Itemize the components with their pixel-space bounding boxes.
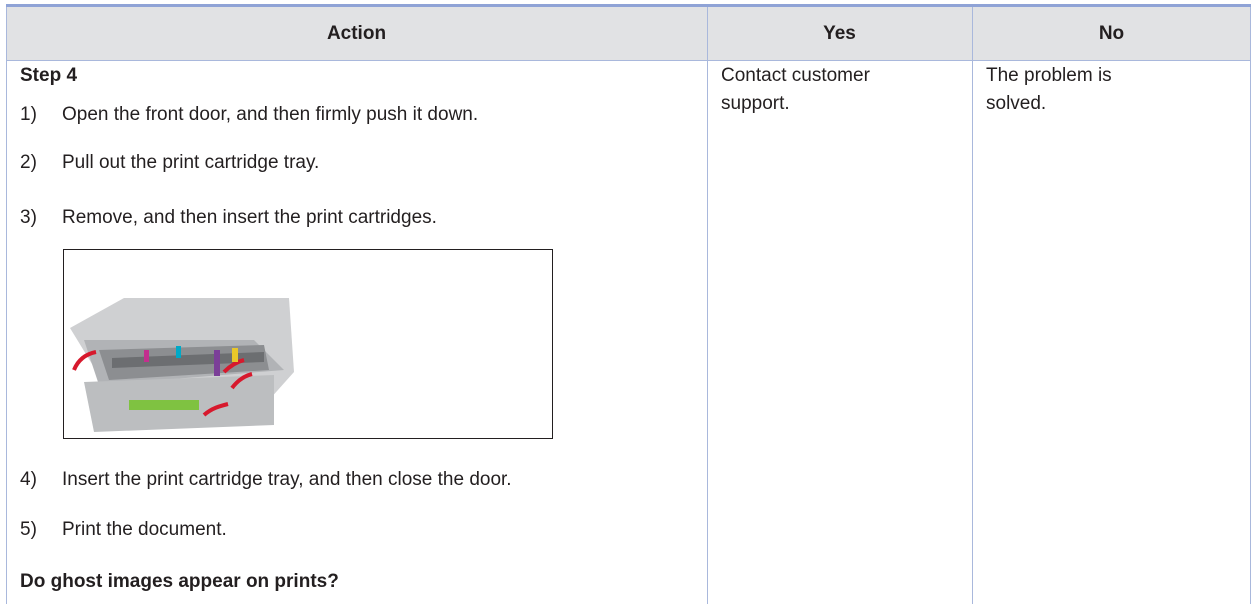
- column-divider-2: [972, 7, 973, 604]
- yes-result-line2: support.: [721, 93, 790, 114]
- list-item: 2) Pull out the print cartridge tray.: [0, 150, 700, 176]
- header-yes: Yes: [823, 22, 856, 44]
- table-border-right: [1250, 7, 1251, 604]
- list-item-number: 2): [20, 152, 37, 173]
- list-item-number: 3): [20, 207, 37, 228]
- printer-cartridge-illustration: [70, 298, 294, 432]
- list-item: 5) Print the document.: [0, 517, 700, 543]
- list-item-text: Print the document.: [62, 519, 227, 540]
- list-item-number: 4): [20, 469, 37, 490]
- no-result-line1: The problem is: [986, 65, 1112, 86]
- list-item-number: 1): [20, 104, 37, 125]
- table-border-left: [6, 7, 7, 604]
- printer-front-door-open: [70, 298, 294, 432]
- list-item-text: Pull out the print cartridge tray.: [62, 152, 320, 173]
- cartridge-illustration: [63, 249, 553, 439]
- list-item-text: Open the front door, and then firmly pus…: [62, 104, 479, 125]
- list-item: 4) Insert the print cartridge tray, and …: [0, 467, 700, 493]
- list-item: 1) Open the front door, and then firmly …: [0, 102, 700, 128]
- list-item-text: Remove, and then insert the print cartri…: [62, 207, 437, 228]
- yes-result-line1: Contact customer: [721, 65, 870, 86]
- header-no: No: [1098, 22, 1125, 44]
- list-item-number: 5): [20, 519, 37, 540]
- list-item: 3) Remove, and then insert the print car…: [0, 205, 700, 231]
- step-question: Do ghost images appear on prints?: [20, 571, 339, 592]
- column-divider-1: [707, 7, 708, 604]
- header-action: Action: [326, 22, 387, 44]
- table-header-row: Action Yes No: [6, 7, 1251, 61]
- no-result-line2: solved.: [986, 93, 1047, 114]
- list-item-text: Insert the print cartridge tray, and the…: [62, 469, 512, 490]
- step-title: Step 4: [20, 65, 78, 86]
